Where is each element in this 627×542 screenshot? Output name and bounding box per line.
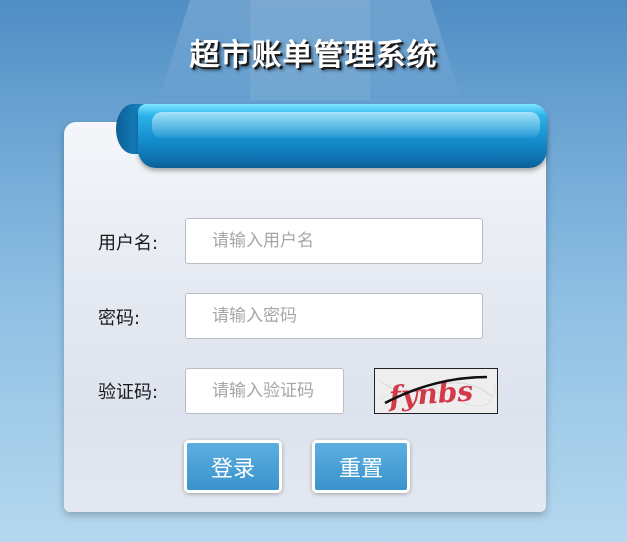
captcha-graphic: fynbs bbox=[375, 369, 497, 413]
captcha-input[interactable] bbox=[185, 368, 344, 414]
password-label: 密码: bbox=[98, 308, 141, 329]
username-input[interactable] bbox=[185, 218, 483, 264]
reset-button[interactable]: 重置 bbox=[312, 440, 410, 493]
ribbon-highlight bbox=[152, 112, 540, 138]
login-button[interactable]: 登录 bbox=[184, 440, 282, 493]
captcha-image[interactable]: fynbs bbox=[374, 368, 498, 414]
page-title: 超市账单管理系统 bbox=[189, 38, 438, 73]
captcha-label: 验证码: bbox=[98, 382, 159, 403]
captcha-text: fynbs bbox=[386, 374, 474, 413]
password-input[interactable] bbox=[185, 293, 483, 339]
username-label: 用户名: bbox=[98, 233, 159, 254]
